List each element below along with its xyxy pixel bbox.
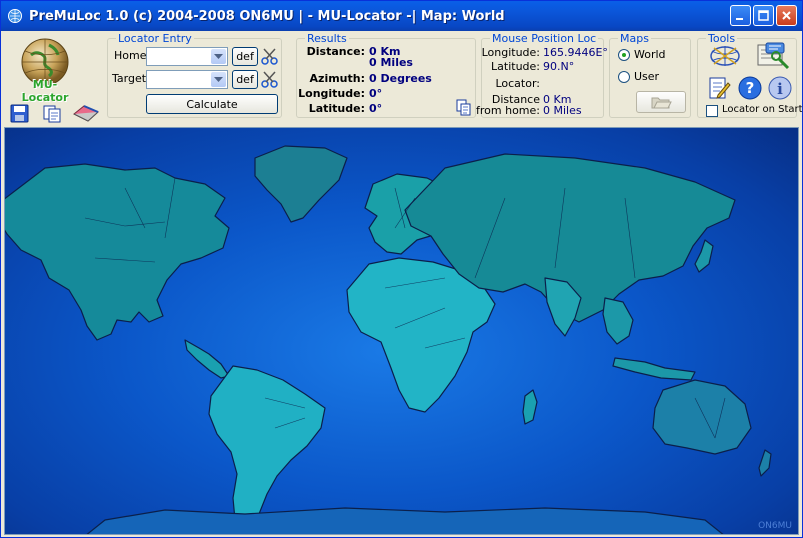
help-button[interactable]: ? [737, 75, 763, 101]
svg-text:i: i [777, 80, 783, 98]
home-label: Home: [114, 49, 151, 62]
scissors-icon [261, 71, 278, 88]
target-locator-input[interactable] [149, 72, 211, 86]
locator-entry-group: Locator Entry Home: def Target: def Calc… [107, 32, 282, 118]
distance-label: Distance: [306, 45, 365, 58]
app-window: PreMuLoc 1.0 (c) 2004-2008 ON6MU | - MU-… [0, 0, 803, 538]
azimuth-value: 0 Degrees [369, 72, 432, 85]
world-map[interactable]: ON6MU [4, 127, 799, 535]
eraser-icon [73, 105, 99, 122]
results-group: Results Distance: 0 Km 0 Miles Azimuth: … [296, 32, 476, 118]
target-def-button[interactable]: def [232, 70, 258, 89]
svg-text:?: ? [746, 79, 755, 97]
southeast-asia-landmass [602, 297, 634, 345]
latitude-label: Latitude: [308, 102, 365, 115]
tools-group: Tools ? i Locator on Start [697, 32, 802, 118]
australia-landmass [652, 379, 752, 455]
scissors-icon [261, 48, 278, 65]
map-credit: ON6MU [758, 521, 792, 531]
chevron-down-icon [214, 54, 223, 59]
window-title: PreMuLoc 1.0 (c) 2004-2008 ON6MU | - MU-… [29, 8, 505, 24]
world-map-label[interactable]: World [634, 48, 666, 61]
locator-on-start-checkbox[interactable] [706, 105, 718, 117]
folder-open-icon [651, 97, 672, 109]
target-clear-button[interactable] [260, 70, 280, 89]
results-title: Results [305, 32, 349, 45]
floppy-disk-icon [10, 104, 29, 123]
info-button[interactable]: i [767, 75, 793, 101]
info-icon: i [768, 76, 792, 100]
close-button[interactable] [776, 5, 797, 26]
notes-button[interactable] [706, 75, 732, 101]
chevron-down-icon [214, 77, 223, 82]
eraser-button[interactable] [71, 104, 101, 124]
logo-text: MU-Locator [21, 78, 69, 104]
open-map-button[interactable] [636, 91, 686, 113]
close-icon [782, 11, 791, 20]
mouse-from-home-label: from home: [476, 104, 540, 117]
central-america-landmass [184, 339, 230, 379]
copy-icon [43, 105, 61, 123]
user-map-label[interactable]: User [634, 70, 659, 83]
mouse-position-title: Mouse Position Loc [490, 32, 599, 45]
mouse-position-group: Mouse Position Loc Longitude: 165.9446E°… [476, 32, 608, 118]
target-label: Target: [112, 72, 150, 85]
home-locator-input[interactable] [149, 49, 211, 63]
indonesia-landmass [612, 357, 696, 381]
help-icon: ? [738, 76, 762, 100]
preferences-button[interactable] [754, 42, 792, 72]
new-zealand-landmass [758, 449, 772, 477]
world-map-canvas[interactable] [5, 128, 799, 535]
network-icon [710, 46, 740, 66]
maximize-button[interactable] [753, 5, 774, 26]
maps-group: Maps World User [609, 32, 691, 118]
mouse-distance-miles: 0 Miles [543, 104, 582, 117]
greenland-landmass [254, 145, 348, 223]
maximize-icon [758, 10, 769, 21]
japan-landmass [694, 239, 714, 273]
home-dropdown-button[interactable] [211, 49, 226, 64]
user-map-radio[interactable] [618, 71, 630, 83]
mouse-latitude-value: 90.N° [543, 60, 575, 73]
grid-tool-button[interactable] [708, 42, 742, 70]
minimize-icon [736, 18, 743, 20]
longitude-value: 0° [369, 87, 383, 100]
north-america-landmass [5, 163, 230, 341]
logo: MU-Locator [11, 35, 79, 104]
title-bar[interactable]: PreMuLoc 1.0 (c) 2004-2008 ON6MU | - MU-… [1, 1, 802, 31]
home-locator-combo[interactable] [146, 47, 228, 66]
notepad-icon [709, 77, 731, 99]
home-def-button[interactable]: def [232, 47, 258, 66]
copy-icon [456, 99, 471, 116]
world-map-radio[interactable] [618, 49, 630, 61]
copy-results-button[interactable] [455, 99, 473, 117]
longitude-label: Longitude: [298, 87, 365, 100]
distance-miles-value: 0 Miles [369, 56, 413, 69]
locator-entry-title: Locator Entry [116, 32, 194, 45]
mouse-longitude-label: Longitude: [481, 46, 540, 59]
azimuth-label: Azimuth: [309, 72, 365, 85]
home-clear-button[interactable] [260, 47, 280, 66]
preferences-icon [757, 42, 790, 70]
copy-button[interactable] [41, 104, 63, 124]
maps-title: Maps [618, 32, 651, 45]
minimize-button[interactable] [730, 5, 751, 26]
save-button[interactable] [9, 104, 31, 124]
target-dropdown-button[interactable] [211, 72, 226, 87]
app-icon [8, 9, 22, 23]
calculate-button[interactable]: Calculate [146, 94, 278, 114]
madagascar-landmass [522, 389, 538, 425]
mouse-locator-label: Locator: [495, 77, 540, 90]
mouse-latitude-label: Latitude: [491, 60, 540, 73]
target-locator-combo[interactable] [146, 70, 228, 89]
locator-on-start-label[interactable]: Locator on Start [722, 104, 802, 115]
antarctica-landmass [86, 507, 724, 534]
latitude-value: 0° [369, 102, 383, 115]
toolbar: MU-Locator Locator Entry Home: def Targe… [1, 31, 802, 127]
mouse-longitude-value: 165.9446E° [543, 46, 608, 59]
